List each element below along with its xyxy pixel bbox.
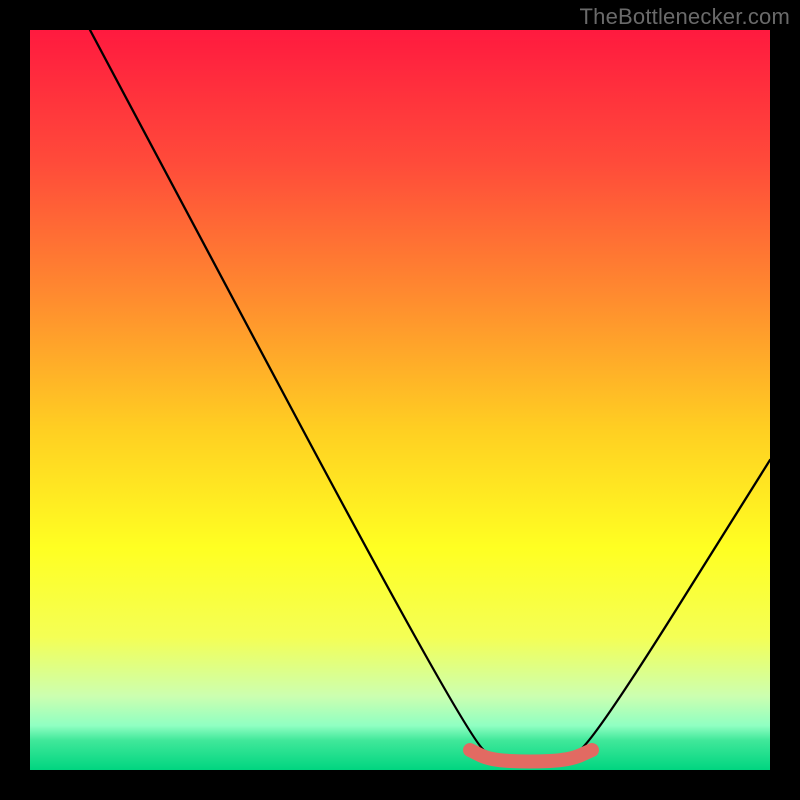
bottleneck-chart (30, 30, 770, 770)
gradient-background (30, 30, 770, 770)
watermark-text: TheBottlenecker.com (580, 4, 790, 30)
plot-area (30, 30, 770, 770)
chart-frame: TheBottlenecker.com (0, 0, 800, 800)
